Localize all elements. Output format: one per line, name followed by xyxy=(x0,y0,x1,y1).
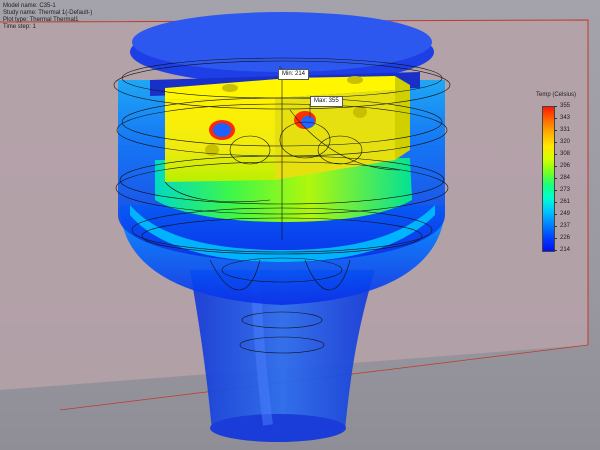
max-probe-label[interactable]: Max: 355 xyxy=(310,96,343,107)
legend-tick-label: 343 xyxy=(560,115,571,121)
thermal-plot-scene[interactable] xyxy=(0,0,600,450)
legend-tick-label: 214 xyxy=(560,247,571,253)
legend-tick-mark xyxy=(554,142,557,143)
legend-tick-mark xyxy=(554,106,557,107)
legend-title: Temp (Celsius) xyxy=(536,92,577,98)
graphics-viewport[interactable]: Model name: C35-1 Study name: Thermal 1(… xyxy=(0,0,600,450)
legend-tick-mark xyxy=(554,118,557,119)
legend-tick-label: 331 xyxy=(560,127,571,133)
study-name: Study name: Thermal 1(-Default-) xyxy=(3,10,93,16)
time-step: Time step: 1 xyxy=(3,24,36,30)
legend-tick-mark xyxy=(554,178,557,179)
plot-type: Plot type: Thermal Thermal1 xyxy=(3,17,79,23)
legend-tick-label: 226 xyxy=(560,235,571,241)
legend-tick-mark xyxy=(554,202,557,203)
legend-tick-mark xyxy=(554,250,557,251)
hot-block-front xyxy=(165,98,275,182)
legend-tick-label: 320 xyxy=(560,139,571,145)
legend-tick-label: 273 xyxy=(560,187,571,193)
model-name: Model name: C35-1 xyxy=(3,3,56,9)
temperature-legend[interactable]: Temp (Celsius) 355 343 331 320 308 296 284 273 2… xyxy=(530,92,580,262)
legend-tick-label: 284 xyxy=(560,175,571,181)
min-probe-label[interactable]: Min: 214 xyxy=(278,69,310,80)
legend-tick-mark xyxy=(554,238,557,239)
legend-tick-label: 249 xyxy=(560,211,571,217)
legend-tick-label: 296 xyxy=(560,163,571,169)
legend-colorbar xyxy=(542,106,555,252)
study-info: Model name: C35-1 Study name: Thermal 1(… xyxy=(3,3,92,31)
stem-bottom xyxy=(210,414,346,442)
legend-tick-mark xyxy=(554,130,557,131)
legend-tick-label: 237 xyxy=(560,223,571,229)
legend-tick-label: 355 xyxy=(560,103,571,109)
legend-tick-mark xyxy=(554,226,557,227)
legend-tick-label: 261 xyxy=(560,199,571,205)
legend-tick-mark xyxy=(554,190,557,191)
legend-tick-mark xyxy=(554,166,557,167)
legend-tick-mark xyxy=(554,154,557,155)
legend-tick-label: 308 xyxy=(560,151,571,157)
legend-tick-mark xyxy=(554,214,557,215)
